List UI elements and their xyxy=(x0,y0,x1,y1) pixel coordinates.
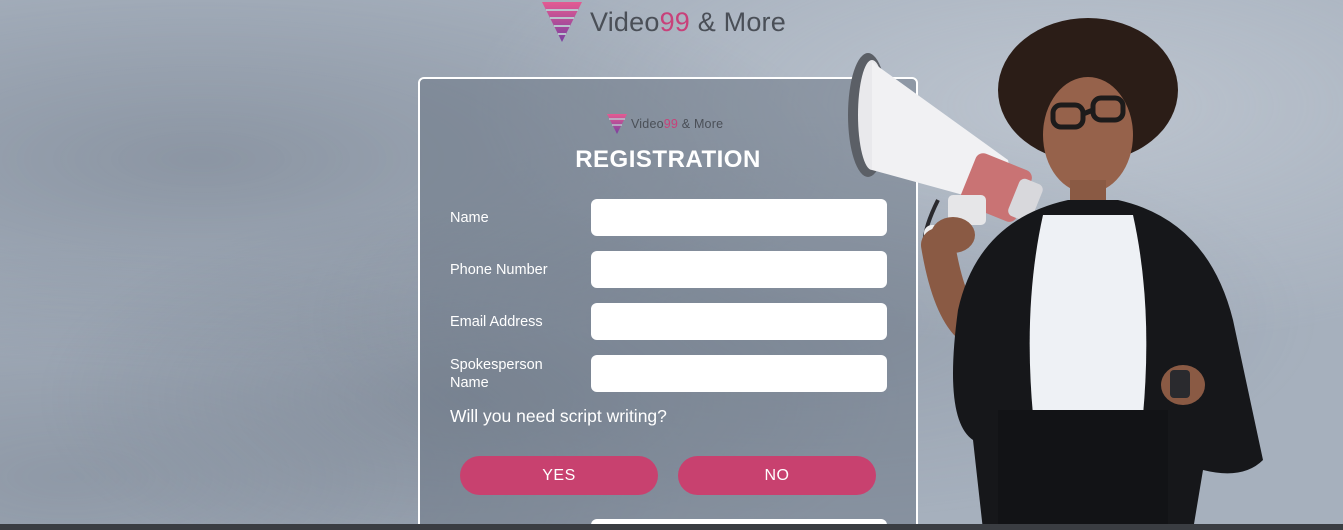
site-logo[interactable]: Video99 & More xyxy=(540,0,786,44)
bottom-scroll-bar xyxy=(0,524,1343,530)
yes-button[interactable]: YES xyxy=(460,456,658,495)
phone-label: Phone Number xyxy=(450,262,548,278)
script-writing-question: Will you need script writing? xyxy=(450,406,667,426)
funnel-logo-icon xyxy=(542,2,582,42)
email-label: Email Address xyxy=(450,314,543,330)
card-logo-text: Video99 & More xyxy=(631,117,724,131)
spokesperson-label: Spokesperson Name xyxy=(450,357,543,391)
card-logo: Video99 & More xyxy=(606,113,723,135)
logo-text: Video99 & More xyxy=(590,6,786,37)
name-label: Name xyxy=(450,210,489,226)
hero-image xyxy=(848,18,1263,530)
funnel-logo-icon xyxy=(607,114,627,134)
